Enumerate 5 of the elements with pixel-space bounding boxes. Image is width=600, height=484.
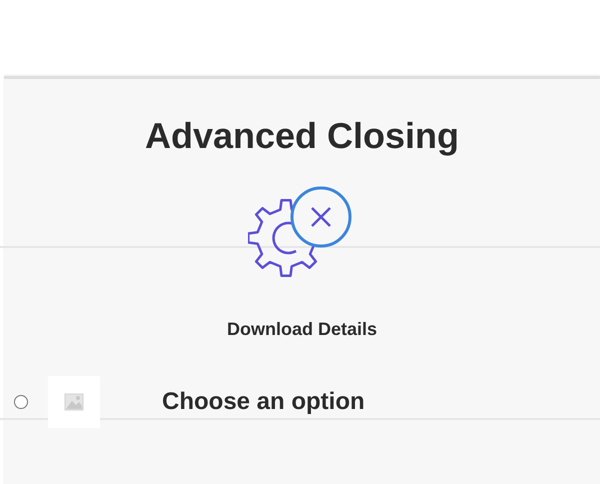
radio-button[interactable] (14, 395, 28, 409)
page-title: Advanced Closing (144, 115, 460, 157)
download-details-link[interactable]: Download Details (226, 319, 378, 340)
image-icon (64, 393, 84, 411)
option-label: Choose an option (162, 388, 365, 416)
